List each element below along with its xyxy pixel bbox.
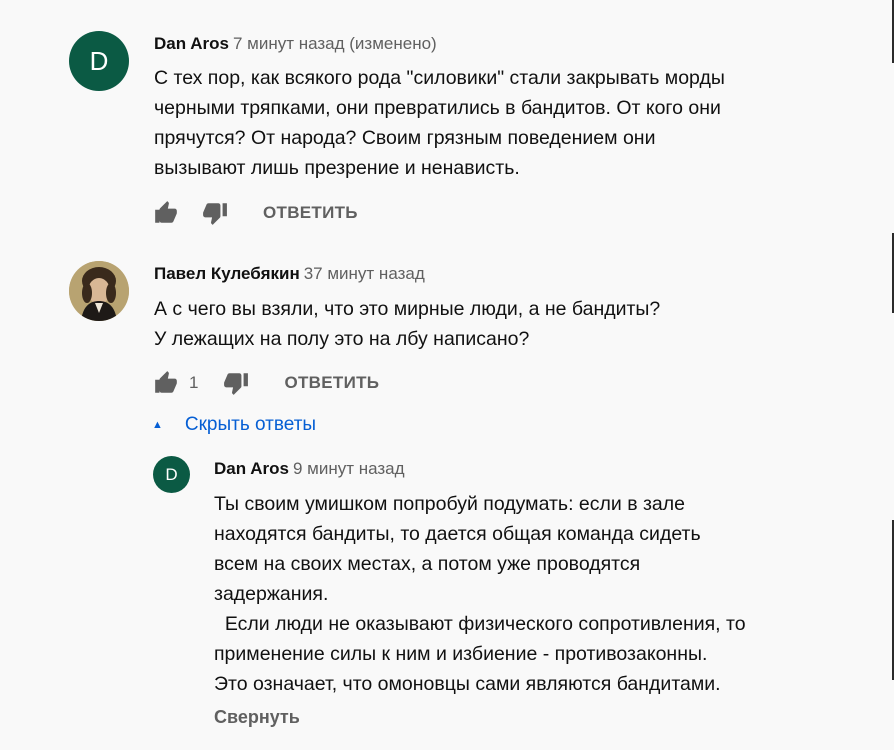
portrait-avatar[interactable] bbox=[69, 261, 129, 321]
hide-replies-label: Скрыть ответы bbox=[184, 414, 317, 435]
reply-button[interactable]: ОТВЕТИТЬ bbox=[284, 373, 379, 393]
thumb-up-icon[interactable] bbox=[153, 370, 179, 396]
timestamp[interactable]: 37 минут назад bbox=[304, 264, 425, 283]
comment-text: С тех пор, как всякого рода "силовики" с… bbox=[154, 67, 725, 179]
timestamp[interactable]: 9 минут назад bbox=[293, 459, 405, 478]
comment-header: Dan Aros 9 минут назад bbox=[214, 459, 405, 479]
comment-header: Павел Кулебякин 37 минут назад bbox=[154, 264, 425, 284]
comment-text: Ты своим умишком попробуй подумать: если… bbox=[214, 493, 746, 695]
avatar-letter: D bbox=[89, 45, 109, 76]
comment-header: Dan Aros 7 минут назад (изменено) bbox=[154, 34, 437, 54]
thumb-down-icon[interactable] bbox=[202, 200, 228, 226]
timestamp[interactable]: 7 минут назад (изменено) bbox=[233, 34, 437, 53]
portrait-icon bbox=[69, 261, 129, 321]
comment-actions: ОТВЕТИТЬ bbox=[153, 200, 358, 226]
like-count: 1 bbox=[189, 373, 199, 392]
thumb-down-icon[interactable] bbox=[223, 370, 249, 396]
reply-button[interactable]: ОТВЕТИТЬ bbox=[263, 203, 358, 223]
avatar-letter: D bbox=[165, 464, 178, 484]
avatar[interactable]: D bbox=[69, 31, 129, 91]
author-name[interactable]: Павел Кулебякин bbox=[154, 264, 300, 283]
comment-actions: 1 ОТВЕТИТЬ bbox=[153, 370, 379, 396]
thumb-up-icon[interactable] bbox=[153, 200, 179, 226]
avatar[interactable]: D bbox=[153, 456, 190, 493]
author-name[interactable]: Dan Aros bbox=[154, 34, 229, 53]
comment-text: А с чего вы взяли, что это мирные люди, … bbox=[154, 298, 661, 350]
caret-up-icon: ▲ bbox=[152, 419, 163, 431]
collapse-button[interactable]: Свернуть bbox=[214, 707, 300, 728]
author-name[interactable]: Dan Aros bbox=[214, 459, 289, 478]
hide-replies-button[interactable]: ▲ Скрыть ответы bbox=[152, 414, 316, 436]
